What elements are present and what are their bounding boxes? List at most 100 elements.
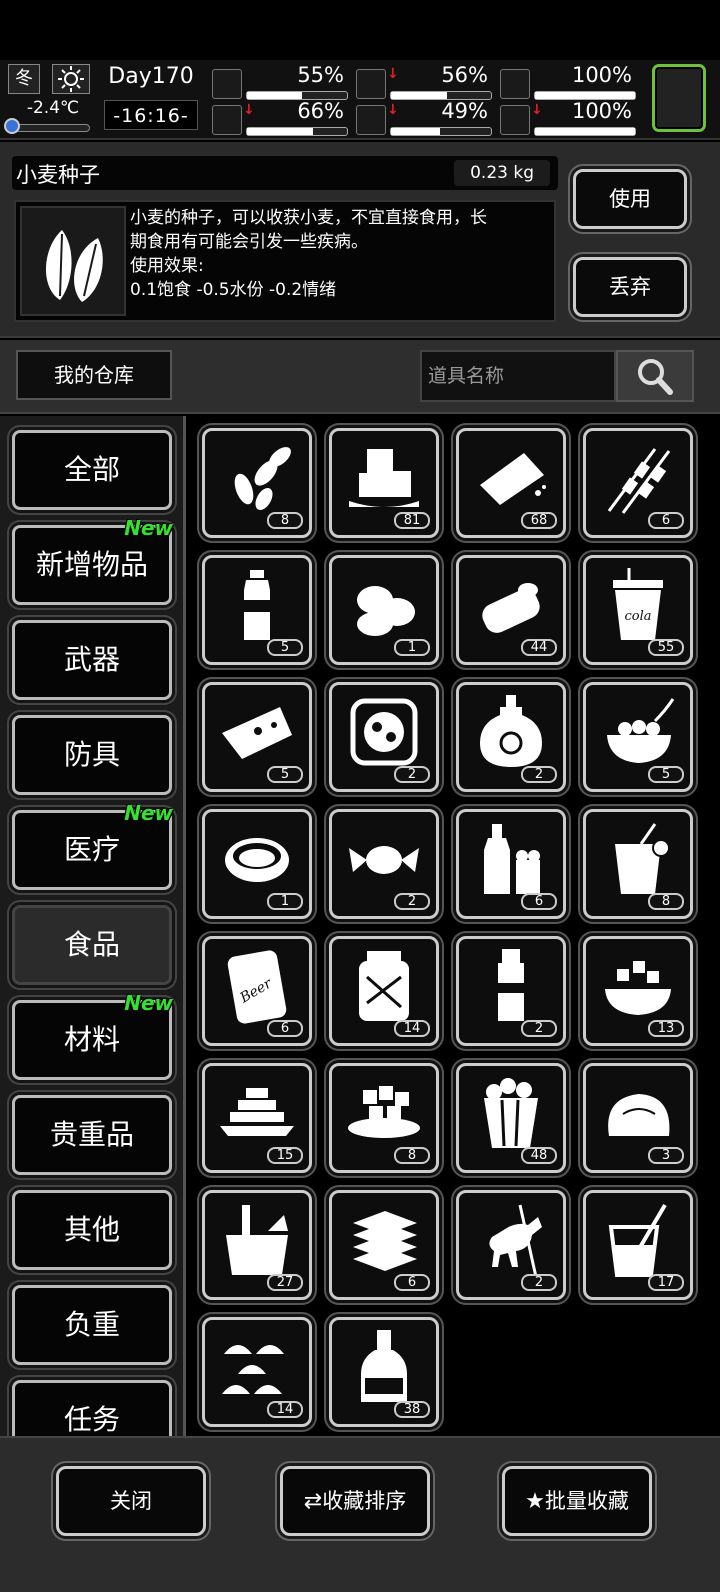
description-line: 使用效果: (130, 256, 204, 276)
sun-icon (52, 64, 90, 94)
category-tab[interactable]: 贵重品 (12, 1095, 172, 1175)
category-label: 任务 (63, 1403, 120, 1436)
category-tab[interactable]: 全部 (12, 430, 172, 510)
category-tab[interactable]: 武器 (12, 620, 172, 700)
inventory-slot[interactable]: 2 (329, 682, 439, 792)
category-sidebar: 全部 新增物品 New 武器 防具 医疗 New 食品 材料 New 贵重品 其他 负重 任务 (0, 416, 186, 1436)
item-count-badge: 5 (267, 639, 303, 656)
stat-meter: 100% (500, 63, 638, 100)
description-line: 0.1饱食 -0.5水份 -0.2情绪 (130, 280, 337, 300)
water-drop-icon (356, 105, 386, 135)
item-count-badge: 8 (394, 1147, 430, 1164)
down-arrow-icon: ↓ (531, 102, 543, 118)
use-button[interactable]: 使用 (573, 169, 687, 229)
item-count-badge: 2 (394, 766, 430, 783)
candy-icon (349, 846, 419, 874)
inventory-slot[interactable]: 2 (456, 1190, 566, 1300)
new-badge: New (124, 801, 173, 825)
inventory-slot[interactable]: 6 (583, 428, 693, 538)
item-count-badge: 3 (648, 1147, 684, 1164)
item-description: 小麦的种子，可以收获小麦，不宜直接食用，长 期食用有可能会引发一些疾病。 使用效… (130, 206, 550, 302)
item-count-badge: 8 (648, 893, 684, 910)
category-tab[interactable]: 食品 (12, 905, 172, 985)
ice-cubes-icon (349, 449, 419, 507)
item-count-badge: 68 (521, 512, 557, 529)
category-label: 其他 (63, 1213, 120, 1246)
inventory-slot[interactable]: 5 (202, 682, 312, 792)
stat-bar-fill (247, 92, 302, 99)
inventory-slot[interactable]: 6 (329, 1190, 439, 1300)
inventory-slot[interactable]: 2 (456, 682, 566, 792)
category-label: 贵重品 (49, 1118, 134, 1151)
game-clock: -16:16- (104, 100, 198, 130)
inventory-slot[interactable]: 14 (202, 1317, 312, 1427)
inventory-slot[interactable]: 38 (329, 1317, 439, 1427)
inventory-slot[interactable]: 1 (202, 809, 312, 919)
lemonade-icon (615, 823, 670, 894)
inventory-slot[interactable]: 8 (583, 809, 693, 919)
close-button[interactable]: 关闭 (56, 1466, 206, 1536)
category-tab[interactable]: 新增物品 New (12, 518, 173, 605)
inventory-slot[interactable]: 48 (456, 1063, 566, 1173)
category-tab[interactable]: 防具 (12, 715, 172, 795)
sort-favorites-button[interactable]: ⇄收藏排序 (280, 1466, 430, 1536)
skewers-icon (607, 448, 671, 514)
inventory-slot[interactable]: Beer 6 (202, 936, 312, 1046)
warehouse-tab[interactable]: 我的仓库 (16, 350, 172, 400)
category-tab[interactable]: 其他 (12, 1190, 172, 1270)
soup-bowl-icon (225, 838, 289, 882)
sandwich-stack-icon (353, 1211, 417, 1271)
inventory-slot[interactable]: 8 (329, 1063, 439, 1173)
medkit-icon (212, 69, 242, 99)
temperature-bar (8, 124, 90, 132)
quick-slot-button[interactable] (652, 64, 706, 132)
search-button[interactable] (616, 350, 694, 402)
category-label: 新增物品 (35, 548, 148, 581)
down-arrow-icon: ↓ (387, 102, 399, 118)
category-label: 材料 (63, 1023, 120, 1056)
inventory-slot[interactable]: 13 (583, 936, 693, 1046)
inventory-slot[interactable]: 8 (202, 428, 312, 538)
inventory-slot[interactable]: cola 55 (583, 555, 693, 665)
boot-icon (212, 105, 242, 135)
inventory-slot[interactable]: 5 (583, 682, 693, 792)
item-count-badge: 2 (521, 1274, 557, 1291)
inventory-slot[interactable]: 5 (202, 555, 312, 665)
inventory-slot[interactable]: 17 (583, 1190, 693, 1300)
item-count-badge: 27 (267, 1274, 303, 1291)
inventory-slot[interactable]: 2 (456, 936, 566, 1046)
item-count-badge: 14 (267, 1401, 303, 1418)
search-input[interactable]: 道具名称 (420, 350, 616, 402)
heart-icon (500, 105, 530, 135)
pizza-slice-icon (222, 707, 292, 759)
new-badge: New (124, 991, 173, 1015)
cheese-plate-icon (348, 1086, 420, 1138)
drop-button[interactable]: 丢弃 (573, 257, 687, 317)
stat-meter: ↓ 100% (500, 99, 638, 136)
star-icon: ★ (525, 1489, 545, 1514)
stat-bar-fill (535, 92, 635, 99)
inventory-slot[interactable]: 14 (329, 936, 439, 1046)
stat-value: 100% (571, 63, 632, 87)
inventory-slot[interactable]: 2 (329, 809, 439, 919)
batch-favorite-button[interactable]: ★批量收藏 (502, 1466, 652, 1536)
inventory-slot[interactable]: 27 (202, 1190, 312, 1300)
inventory-slot[interactable]: 15 (202, 1063, 312, 1173)
inventory-slot[interactable]: 6 (456, 809, 566, 919)
stat-bar-fill (247, 128, 313, 135)
category-tab[interactable]: 负重 (12, 1285, 172, 1365)
inventory-slot[interactable]: 3 (583, 1063, 693, 1173)
category-tab[interactable]: 材料 New (12, 993, 173, 1080)
inventory-slot[interactable]: 68 (456, 428, 566, 538)
inventory-slot[interactable]: 44 (456, 555, 566, 665)
category-tab[interactable]: 医疗 New (12, 803, 173, 890)
stat-meter: ↓ 66% (212, 99, 350, 136)
item-count-badge: 55 (648, 639, 684, 656)
category-tab[interactable]: 任务 (12, 1380, 172, 1436)
beer-can-icon: Beer (227, 950, 287, 1024)
inventory-slot[interactable]: 81 (329, 428, 439, 538)
salad-bowl-icon (605, 961, 671, 1015)
inventory-slot[interactable]: 1 (329, 555, 439, 665)
category-label: 武器 (63, 643, 120, 676)
item-description-box: 小麦的种子，可以收获小麦，不宜直接食用，长 期食用有可能会引发一些疾病。 使用效… (14, 200, 556, 322)
